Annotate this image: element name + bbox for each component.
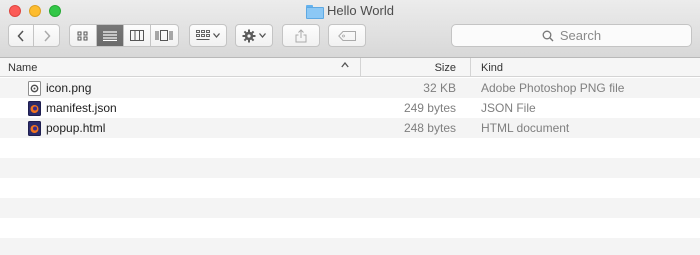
name-column-label: Name xyxy=(8,61,38,74)
empty-row xyxy=(0,138,700,158)
back-button[interactable] xyxy=(9,25,34,46)
columns-icon xyxy=(130,30,144,41)
image-file-icon xyxy=(28,80,41,96)
file-row[interactable]: popup.html 248 bytes HTML document xyxy=(0,118,700,138)
firefox-document-icon xyxy=(28,100,41,116)
search-placeholder: Search xyxy=(559,28,602,43)
share-icon xyxy=(295,28,307,42)
window-title: Hello World xyxy=(327,3,394,18)
window-title-area: Hello World xyxy=(0,3,700,19)
empty-row xyxy=(0,198,700,218)
list-view-button[interactable] xyxy=(97,25,124,46)
size-column-header[interactable]: Size xyxy=(360,58,470,77)
file-list: icon.png 32 KB Adobe Photoshop PNG file … xyxy=(0,78,700,255)
sort-ascending-icon xyxy=(341,62,349,68)
empty-row xyxy=(0,178,700,198)
tag-icon xyxy=(338,30,356,41)
icon-grid-icon xyxy=(77,31,88,40)
size-column-label: Size xyxy=(434,61,456,74)
file-name: manifest.json xyxy=(46,101,117,115)
kind-column-label: Kind xyxy=(481,61,504,74)
file-row[interactable]: icon.png 32 KB Adobe Photoshop PNG file xyxy=(0,78,700,98)
arrange-grid-icon xyxy=(196,30,210,40)
file-name: icon.png xyxy=(46,81,92,95)
name-column-header[interactable]: Name xyxy=(8,58,358,77)
firefox-document-icon xyxy=(28,120,41,136)
list-icon xyxy=(103,30,117,41)
gear-icon xyxy=(242,29,256,42)
chevron-down-icon xyxy=(259,33,266,38)
empty-row xyxy=(0,218,700,238)
file-size: 249 bytes xyxy=(403,101,456,115)
navigation-buttons xyxy=(8,24,60,47)
share-button[interactable] xyxy=(282,24,320,47)
folder-icon xyxy=(306,4,325,19)
chevron-down-icon xyxy=(213,33,220,38)
column-view-button[interactable] xyxy=(124,25,151,46)
forward-button[interactable] xyxy=(34,25,59,46)
cover-flow-view-button[interactable] xyxy=(151,25,178,46)
file-size: 248 bytes xyxy=(403,121,456,135)
chevron-left-icon xyxy=(17,29,24,42)
search-icon xyxy=(542,30,554,41)
action-button[interactable] xyxy=(235,24,273,47)
file-kind: JSON File xyxy=(481,101,536,115)
cover-flow-icon xyxy=(155,30,173,41)
finder-window: Hello World Search Name Size Kind icon.p… xyxy=(0,0,700,255)
tags-button[interactable] xyxy=(328,24,366,47)
arrange-button[interactable] xyxy=(189,24,227,47)
empty-row xyxy=(0,158,700,178)
view-mode-selector xyxy=(69,24,179,47)
file-row[interactable]: manifest.json 249 bytes JSON File xyxy=(0,98,700,118)
file-size: 32 KB xyxy=(423,81,456,95)
kind-column-header[interactable]: Kind xyxy=(470,58,700,77)
icon-view-button[interactable] xyxy=(70,25,97,46)
file-kind: HTML document xyxy=(481,121,570,135)
search-field[interactable]: Search xyxy=(451,24,692,47)
title-bar: Hello World Search xyxy=(0,0,700,58)
column-header: Name Size Kind xyxy=(0,58,700,77)
file-name: popup.html xyxy=(46,121,106,135)
empty-row xyxy=(0,238,700,255)
chevron-right-icon xyxy=(43,29,51,42)
file-kind: Adobe Photoshop PNG file xyxy=(481,81,625,95)
